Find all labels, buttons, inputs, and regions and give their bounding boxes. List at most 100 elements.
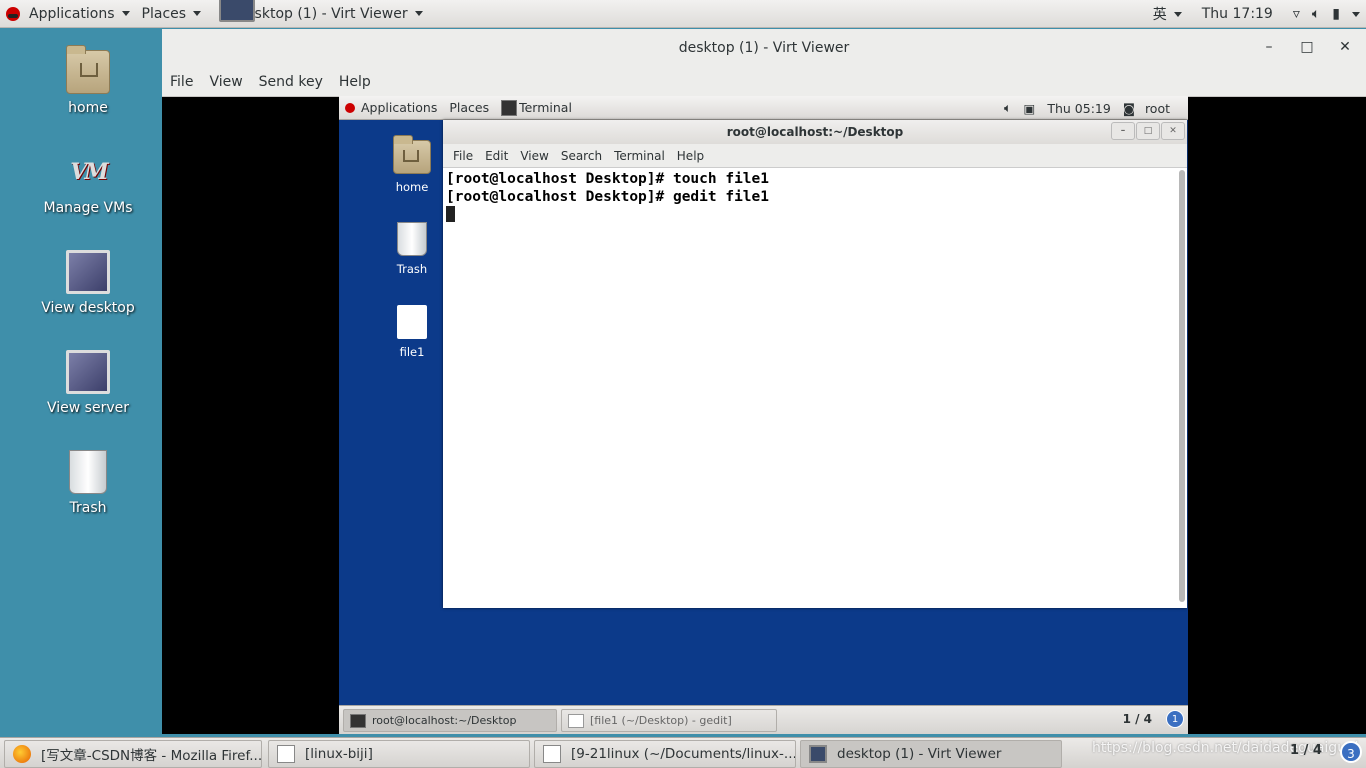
task-label: [9-21linux (~/Documents/linux-... <box>571 746 796 762</box>
guest-icon-label: Trash <box>396 262 428 276</box>
applications-menu[interactable]: Applications <box>0 0 136 28</box>
guest-icon-label: home <box>395 180 429 194</box>
firefox-icon <box>13 745 31 763</box>
menu-view[interactable]: View <box>514 149 554 163</box>
folder-icon <box>393 135 431 174</box>
guest-display[interactable]: Applications Places Terminal 🔈︎ ▣ Thu 05… <box>339 96 1188 734</box>
clock-label: Thu 17:19 <box>1201 6 1273 22</box>
menu-terminal[interactable]: Terminal <box>608 149 671 163</box>
guest-places-label: Places <box>449 100 490 115</box>
chevron-down-icon <box>121 11 130 16</box>
menu-send-key[interactable]: Send key <box>251 74 331 90</box>
workspace-pager[interactable]: 1 / 4 <box>1290 743 1322 758</box>
window-titlebar[interactable]: desktop (1) - Virt Viewer <box>162 29 1366 67</box>
file-icon <box>397 305 427 339</box>
terminal-line: [root@localhost Desktop]# gedit file1 <box>446 189 770 205</box>
system-menu[interactable] <box>1346 0 1366 28</box>
redhat-icon <box>345 102 355 113</box>
menu-search[interactable]: Search <box>555 149 608 163</box>
folder-icon <box>66 45 110 94</box>
task-firefox[interactable]: [写文章-CSDN博客 - Mozilla Firef... <box>4 740 262 768</box>
guest-task-label: [file1 (~/Desktop) - gedit] <box>590 714 732 727</box>
terminal-output[interactable]: [root@localhost Desktop]# touch file1 [ro… <box>443 168 1177 608</box>
desktop-icon-view-desktop[interactable]: View desktop <box>20 250 156 316</box>
vm-manager-icon: VM <box>70 159 108 185</box>
chevron-down-icon <box>1173 11 1182 17</box>
task-9-21linux[interactable]: [9-21linux (~/Documents/linux-... <box>534 740 796 768</box>
menu-help[interactable]: Help <box>331 74 379 90</box>
guest-top-panel: Applications Places Terminal 🔈︎ ▣ Thu 05… <box>339 96 1188 120</box>
trash-icon <box>69 450 107 494</box>
workspace-pager[interactable]: 1 / 4 <box>1123 712 1152 726</box>
maximize-button[interactable]: □ <box>1136 122 1160 140</box>
minimize-button[interactable]: – <box>1250 29 1288 67</box>
virt-viewer-window: desktop (1) - Virt Viewer – □ ✕ File Vie… <box>162 29 1366 734</box>
desktop-icon-home[interactable]: home <box>20 45 156 116</box>
guest-task-gedit[interactable]: [file1 (~/Desktop) - gedit] <box>561 709 777 732</box>
desktop-icon-manage-vms[interactable]: VM Manage VMs <box>20 150 156 216</box>
maximize-button[interactable]: □ <box>1288 29 1326 67</box>
task-virt-viewer[interactable]: desktop (1) - Virt Viewer <box>800 740 1062 768</box>
clock[interactable]: Thu 17:19 <box>1188 0 1287 28</box>
minimize-button[interactable]: – <box>1111 122 1135 140</box>
input-method-menu[interactable]: 英 <box>1147 0 1188 28</box>
guest-icon-file1[interactable]: file1 <box>387 305 437 359</box>
task-label: [写文章-CSDN博客 - Mozilla Firef... <box>41 748 262 764</box>
applications-label: Applications <box>29 5 115 22</box>
text-editor-icon <box>543 745 561 763</box>
monitor-icon <box>66 350 110 394</box>
task-linux-biji[interactable]: [linux-biji] <box>268 740 530 768</box>
scrollbar[interactable] <box>1179 170 1185 602</box>
desktop-icon-label: home <box>68 100 108 116</box>
chevron-down-icon <box>414 11 423 16</box>
close-button[interactable]: ✕ <box>1326 29 1364 67</box>
terminal-line: [root@localhost Desktop]# touch file1 <box>446 171 770 187</box>
text-editor-icon <box>568 713 584 728</box>
desktop-icon-view-server[interactable]: View server <box>20 350 156 416</box>
menubar: File View Send key Help <box>162 67 1366 97</box>
input-method-label: 英 <box>1152 7 1167 23</box>
terminal-titlebar[interactable]: root@localhost:~/Desktop – □ ✕ <box>443 120 1187 144</box>
menu-file[interactable]: File <box>162 74 201 90</box>
guest-task-terminal[interactable]: root@localhost:~/Desktop <box>343 709 557 732</box>
terminal-cursor <box>446 206 455 222</box>
guest-icon-trash[interactable]: Trash <box>387 222 437 276</box>
battery-icon[interactable]: ▮ <box>1326 0 1346 28</box>
guest-taskbar: root@localhost:~/Desktop [file1 (~/Deskt… <box>339 705 1188 734</box>
guest-icon-home[interactable]: home <box>387 135 437 194</box>
notification-badge[interactable]: 1 <box>1166 710 1184 728</box>
redhat-icon <box>6 6 20 21</box>
close-button[interactable]: ✕ <box>1161 122 1185 140</box>
terminal-icon <box>501 99 518 116</box>
menu-help[interactable]: Help <box>671 149 710 163</box>
menu-edit[interactable]: Edit <box>479 149 514 163</box>
places-menu[interactable]: Places <box>136 0 208 28</box>
guest-applications-label: Applications <box>361 100 438 115</box>
terminal-window: root@localhost:~/Desktop – □ ✕ File Edit… <box>443 120 1187 608</box>
chevron-down-icon <box>193 11 202 16</box>
guest-window-list-menu[interactable]: Terminal <box>495 96 578 120</box>
menu-file[interactable]: File <box>447 149 479 163</box>
menu-view[interactable]: View <box>201 74 250 90</box>
volume-icon[interactable]: 🔈︎ <box>1306 0 1326 28</box>
guest-clock[interactable]: Thu 05:19 <box>1041 101 1116 116</box>
terminal-icon <box>350 713 366 728</box>
monitor-icon <box>809 745 827 763</box>
guest-window-list-label: Terminal <box>519 100 572 115</box>
wifi-icon[interactable]: ▿ <box>1287 0 1306 28</box>
window-list-label: desktop (1) - Virt Viewer <box>237 5 408 22</box>
display-icon[interactable]: ▣ <box>1018 101 1042 116</box>
guest-applications-menu[interactable]: Applications <box>339 96 443 120</box>
task-label: desktop (1) - Virt Viewer <box>837 746 1002 762</box>
desktop-icon-trash[interactable]: Trash <box>20 450 156 516</box>
guest-user-menu[interactable]: ◙ root <box>1117 101 1182 116</box>
guest-places-menu[interactable]: Places <box>443 96 495 120</box>
volume-icon[interactable]: 🔈︎ <box>998 100 1018 116</box>
notification-badge[interactable]: 3 <box>1340 741 1362 763</box>
host-top-panel: Applications Places desktop (1) - Virt V… <box>0 0 1366 28</box>
window-list-menu[interactable]: desktop (1) - Virt Viewer <box>207 0 429 28</box>
desktop-icon-label: View desktop <box>41 300 135 316</box>
terminal-title: root@localhost:~/Desktop <box>726 125 904 139</box>
guest-task-label: root@localhost:~/Desktop <box>372 714 517 727</box>
terminal-menubar: File Edit View Search Terminal Help <box>443 144 1187 168</box>
